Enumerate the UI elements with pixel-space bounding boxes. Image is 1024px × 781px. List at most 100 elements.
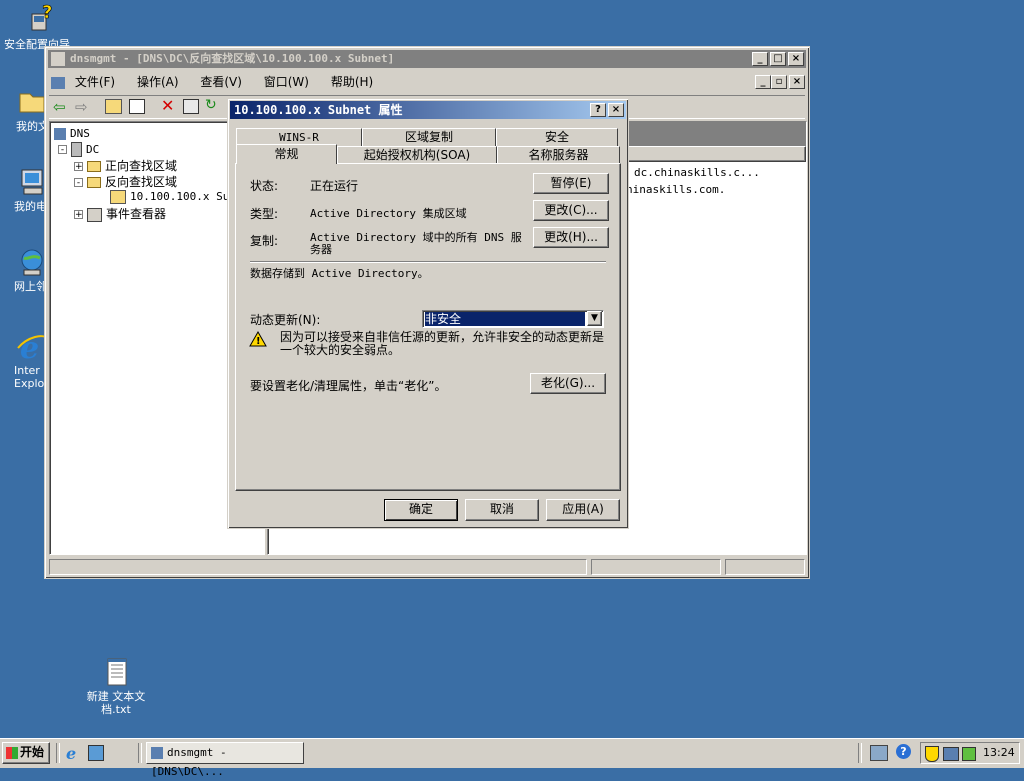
dns-icon <box>54 127 66 140</box>
dynamic-update-select[interactable]: 非安全 ▼ <box>422 310 604 328</box>
minimize-button[interactable]: _ <box>752 52 768 66</box>
tab-general[interactable]: 常规 <box>236 144 337 164</box>
close-button[interactable]: × <box>788 52 804 66</box>
menu-action[interactable]: 操作(A) <box>137 75 179 89</box>
svg-text:!: ! <box>256 336 261 347</box>
taskbar-button-dnsmgmt[interactable]: dnsmgmt - [DNS\DC\... <box>146 742 304 778</box>
forward-arrow-icon[interactable]: ⇨ <box>75 98 88 116</box>
event-viewer-icon <box>87 207 102 222</box>
dialog-title: 10.100.100.x Subnet 属性 <box>234 103 403 117</box>
main-window-title: dnsmgmt - [DNS\DC\反向查找区域\10.100.100.x Su… <box>70 52 395 65</box>
start-button[interactable]: 开始 <box>2 742 50 764</box>
record-row[interactable]: hinaskills.com. <box>626 183 725 196</box>
divider <box>250 261 606 263</box>
zone-properties-dialog: 10.100.100.x Subnet 属性 ? × WINS-R 区域复制 安… <box>227 98 629 529</box>
refresh-icon[interactable]: ↻ <box>205 97 217 113</box>
replication-value: Active Directory 域中的所有 DNS 服务器 <box>310 231 522 256</box>
dialog-close-button[interactable]: × <box>608 103 624 117</box>
aging-text: 要设置老化/清理属性，单击“老化”。 <box>250 379 447 393</box>
volume-icon[interactable] <box>962 747 976 761</box>
tree-node-dns[interactable]: DNS <box>54 126 90 140</box>
clock[interactable]: 13:24 <box>983 746 1015 760</box>
show-hide-tree-icon[interactable] <box>129 99 145 114</box>
status-pane <box>725 559 805 575</box>
status-pane <box>591 559 721 575</box>
ie-quicklaunch-icon[interactable]: e <box>66 744 76 763</box>
windows-logo-icon <box>6 746 18 759</box>
aging-button[interactable]: 老化(G)... <box>530 373 606 394</box>
status-pane <box>49 559 587 575</box>
network-tray-icon[interactable] <box>870 745 888 761</box>
tab-security[interactable]: 安全 <box>496 128 618 146</box>
desktop-icon-security-wizard[interactable]: ? 安全配置向导 <box>0 2 80 51</box>
collapse-toggle[interactable]: - <box>58 145 67 155</box>
tree-node-forward-zones[interactable]: + 正向查找区域 <box>74 157 177 174</box>
taskbar: 开始 e dnsmgmt - [DNS\DC\... ? 13:24 <box>0 738 1024 778</box>
child-minimize-button[interactable]: _ <box>755 75 771 89</box>
svg-text:?: ? <box>42 4 52 23</box>
menu-window[interactable]: 窗口(W) <box>264 75 309 89</box>
replication-label: 复制: <box>250 234 279 248</box>
ok-button[interactable]: 确定 <box>384 499 458 521</box>
help-tray-icon[interactable]: ? <box>896 744 911 759</box>
dynamic-update-selected: 非安全 <box>425 312 585 326</box>
desktop-quicklaunch-icon[interactable] <box>88 745 104 761</box>
menu-file[interactable]: 文件(F) <box>75 75 115 89</box>
pause-button[interactable]: 暂停(E) <box>533 173 609 194</box>
text-file-icon <box>100 656 132 688</box>
tree-node-reverse-zones[interactable]: - 反向查找区域 <box>74 173 177 190</box>
apply-button[interactable]: 应用(A) <box>546 499 620 521</box>
menu-view[interactable]: 查看(V) <box>200 75 242 89</box>
dialog-title-bar[interactable]: 10.100.100.x Subnet 属性 ? × <box>230 101 626 119</box>
system-tray: 13:24 <box>920 742 1020 764</box>
properties-icon[interactable] <box>183 99 199 114</box>
dynamic-update-label: 动态更新(N): <box>250 313 321 327</box>
menu-help[interactable]: 帮助(H) <box>331 75 373 89</box>
maximize-button[interactable]: □ <box>770 52 786 66</box>
tree-node-dc[interactable]: - DC <box>58 142 99 157</box>
desktop-icon-new-text-file[interactable]: 新建 文本文 档.txt <box>76 656 156 716</box>
tab-soa[interactable]: 起始授权机构(SOA) <box>337 146 497 164</box>
expand-toggle[interactable]: + <box>74 162 83 172</box>
svg-text:e: e <box>20 331 39 362</box>
child-close-button[interactable]: × <box>789 75 805 89</box>
tree-node-zone[interactable]: 10.100.100.x Sub <box>110 189 236 204</box>
network-connection-icon[interactable] <box>943 747 959 761</box>
security-wizard-icon: ? <box>24 2 56 36</box>
expand-toggle[interactable]: + <box>74 210 83 220</box>
console-icon <box>51 76 65 89</box>
tray-divider <box>858 743 862 763</box>
tab-name-servers[interactable]: 名称服务器 <box>497 146 620 164</box>
main-title-bar[interactable]: dnsmgmt - [DNS\DC\反向查找区域\10.100.100.x Su… <box>48 50 806 68</box>
dns-app-icon <box>51 52 65 66</box>
dns-app-icon <box>151 746 163 759</box>
chevron-down-icon[interactable]: ▼ <box>587 311 602 326</box>
warning-icon: ! <box>249 330 267 350</box>
server-icon <box>71 142 82 157</box>
menu-bar: 文件(F) 操作(A) 查看(V) 窗口(W) 帮助(H) <box>51 73 796 91</box>
up-folder-icon[interactable] <box>105 99 122 114</box>
change-type-button[interactable]: 更改(C)... <box>533 200 609 221</box>
warning-text: 因为可以接受来自非信任源的更新，允许非安全的动态更新是一个较大的安全弱点。 <box>280 330 605 357</box>
cancel-button[interactable]: 取消 <box>465 499 539 521</box>
zone-icon <box>110 189 126 204</box>
tree-node-event-viewer[interactable]: + 事件查看器 <box>74 205 166 222</box>
help-button[interactable]: ? <box>590 103 606 117</box>
child-restore-button[interactable]: ▫ <box>771 75 787 89</box>
security-shield-icon[interactable] <box>925 746 939 762</box>
quick-launch-divider <box>138 743 142 763</box>
status-label: 状态: <box>250 179 279 193</box>
change-replication-button[interactable]: 更改(H)... <box>533 227 609 248</box>
open-folder-icon <box>87 177 101 188</box>
status-value: 正在运行 <box>310 179 359 193</box>
status-bar <box>49 559 805 575</box>
storage-text: 数据存储到 Active Directory。 <box>250 267 429 280</box>
back-arrow-icon[interactable]: ⇦ <box>53 98 66 116</box>
record-row[interactable]: dc.chinaskills.c... <box>634 166 760 179</box>
type-label: 类型: <box>250 207 279 221</box>
collapse-toggle[interactable]: - <box>74 178 83 188</box>
tab-zone-transfers[interactable]: 区域复制 <box>362 128 496 146</box>
delete-icon[interactable]: ✕ <box>161 96 174 115</box>
desktop-icon-label: 新建 文本文 档.txt <box>86 690 146 716</box>
quick-launch-divider <box>56 743 60 763</box>
